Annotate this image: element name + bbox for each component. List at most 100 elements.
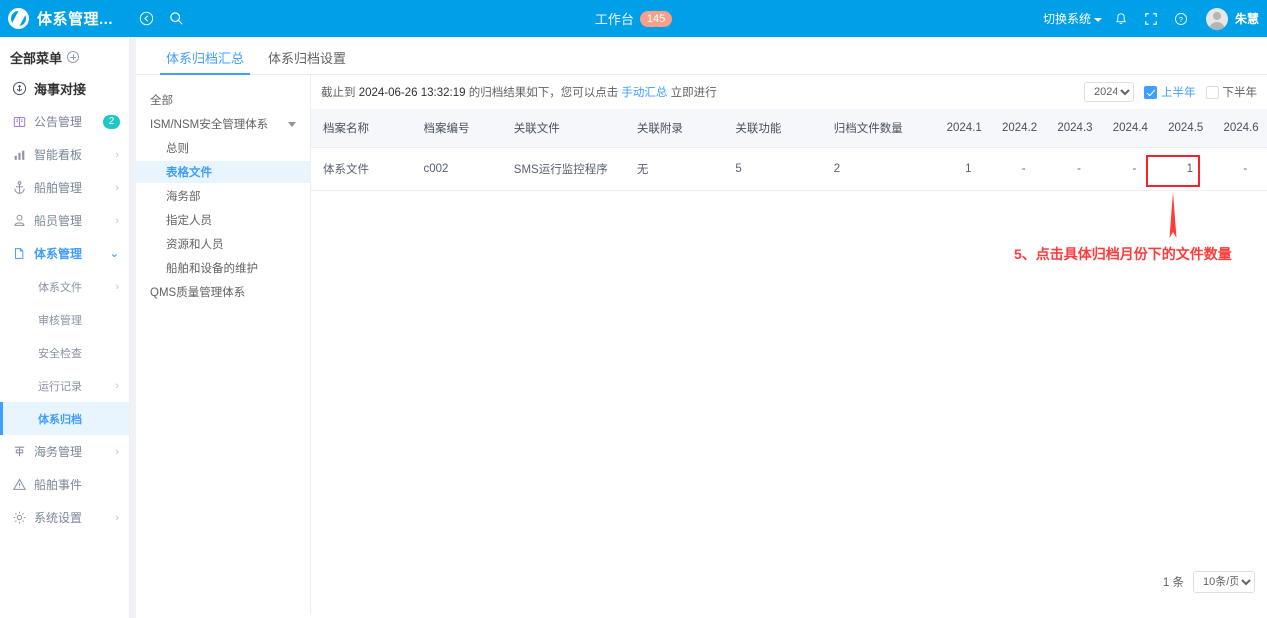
- bell-icon[interactable]: [1106, 0, 1136, 37]
- sidebar-item-announcement[interactable]: 公告管理 2: [0, 105, 129, 138]
- cell-archived-count: 2: [821, 147, 935, 191]
- sidebar-subitem-system-archive[interactable]: 体系归档: [0, 402, 129, 435]
- top-header: 体系管理... 工作台 145 切换系统 ? 朱慧: [0, 0, 1267, 37]
- col-archive-name: 档案名称: [311, 109, 412, 148]
- cell-month-2024-1[interactable]: 1: [934, 147, 990, 191]
- second-half-checkbox[interactable]: 下半年: [1205, 84, 1258, 100]
- app-logo-icon: [8, 8, 29, 29]
- table-header-row: 档案名称 档案编号 关联文件 关联附录 关联功能 归档文件数量 2024.1 2…: [311, 109, 1267, 148]
- chevron-right-icon: ›: [115, 445, 119, 458]
- search-icon[interactable]: [161, 0, 191, 37]
- sidebar-subitem-operation-records[interactable]: 运行记录 ›: [0, 369, 129, 402]
- tree-node-all[interactable]: 全部: [148, 89, 310, 111]
- sidebar-subitem-safety-inspection[interactable]: 安全检查: [0, 336, 129, 369]
- tree-node-ship-equipment-maintenance[interactable]: 船舶和设备的维护: [148, 257, 310, 279]
- plus-circle-icon[interactable]: [67, 51, 80, 63]
- sidebar-item-vessel[interactable]: 船舶管理 ›: [0, 171, 129, 204]
- manual-summary-link[interactable]: 手动汇总: [621, 87, 667, 99]
- user-name: 朱慧: [1234, 12, 1259, 26]
- avatar[interactable]: [1205, 7, 1228, 30]
- archive-status-tip: 截止到 2024-06-26 13:32:19 的归档结果如下，您可以点击 手动…: [321, 84, 717, 100]
- anchor-badge-icon: [10, 81, 28, 97]
- crew-icon: [10, 213, 28, 229]
- tree-node-label: 表格文件: [166, 167, 212, 179]
- first-half-checkbox[interactable]: 上半年: [1144, 84, 1196, 100]
- year-select[interactable]: 2024: [1084, 82, 1134, 102]
- help-circle-icon[interactable]: ?: [1166, 0, 1196, 37]
- col-month-2024-1: 2024.1: [934, 109, 990, 148]
- sidebar-item-crew[interactable]: 船员管理 ›: [0, 204, 129, 237]
- sidebar-subitem-audit[interactable]: 审核管理: [0, 303, 129, 336]
- sidebar: 全部菜单 海事对接 公告管理 2 智能看板 › 船舶管理 › 船员管理 › 体系…: [0, 37, 130, 618]
- tab-label: 体系归档设置: [268, 51, 347, 66]
- second-half-label: 下半年: [1222, 87, 1258, 99]
- tree-node-designated-person[interactable]: 指定人员: [148, 209, 310, 231]
- page-size-select[interactable]: 10条/页: [1193, 571, 1255, 593]
- all-menu-header[interactable]: 全部菜单: [0, 42, 129, 72]
- cell-related-appendix: 无: [624, 147, 724, 191]
- cell-month-2024-5[interactable]: 1: [1156, 147, 1212, 191]
- workbench-count-badge: 145: [639, 10, 673, 27]
- col-related-appendix: 关联附录: [624, 109, 724, 148]
- content-body: 全部 ISM/NSM安全管理体系 总则 表格文件 海务部 指定人员 资源和人员 …: [136, 75, 1267, 615]
- header-right-actions: 切换系统 ? 朱慧: [1043, 0, 1259, 37]
- cell-related-file: SMS运行监控程序: [501, 147, 625, 191]
- tree-node-label: 船舶和设备的维护: [166, 263, 258, 275]
- sidebar-item-system-management[interactable]: 体系管理 ⌄: [0, 237, 129, 270]
- workbench-label[interactable]: 工作台: [595, 9, 634, 28]
- sidebar-item-system-settings[interactable]: 系统设置 ›: [0, 501, 129, 534]
- tree-node-marine-dept[interactable]: 海务部: [148, 185, 310, 207]
- sidebar-subitem-label: 体系文件: [38, 281, 82, 294]
- archive-table: 档案名称 档案编号 关联文件 关联附录 关联功能 归档文件数量 2024.1 2…: [311, 109, 1267, 191]
- sidebar-item-vessel-events[interactable]: 船舶事件: [0, 468, 129, 501]
- announcement-count-badge: 2: [103, 114, 120, 129]
- checkbox-checked-icon: [1144, 85, 1157, 99]
- cell-archive-name[interactable]: 体系文件: [311, 147, 412, 191]
- caret-down-icon[interactable]: [288, 121, 296, 127]
- tree-node-resources-personnel[interactable]: 资源和人员: [148, 233, 310, 255]
- document-icon: [10, 246, 28, 262]
- fullscreen-icon[interactable]: [1136, 0, 1166, 37]
- sidebar-subitem-label: 运行记录: [38, 380, 82, 393]
- switch-system-button[interactable]: 切换系统: [1043, 10, 1102, 27]
- tree-node-label: QMS质量管理体系: [150, 287, 246, 299]
- tree-node-label: 全部: [150, 95, 173, 107]
- tree-node-label: ISM/NSM安全管理体系: [150, 119, 269, 131]
- sidebar-item-label: 系统设置: [34, 511, 83, 525]
- chevron-down-icon: [1093, 17, 1102, 22]
- tab-archive-settings[interactable]: 体系归档设置: [256, 48, 358, 74]
- toolbar-filters: 2024 上半年 下半年: [1084, 82, 1257, 102]
- harbor-icon: [10, 444, 28, 460]
- sidebar-item-label: 海事对接: [34, 82, 87, 97]
- cell-month-2024-2: -: [990, 147, 1046, 191]
- chevron-right-icon: ›: [115, 280, 119, 293]
- sidebar-item-label: 海务管理: [34, 445, 83, 459]
- all-menu-label: 全部菜单: [10, 50, 63, 66]
- tip-datetime: 2024-06-26 13:32:19: [358, 87, 466, 99]
- sidebar-subitem-label: 安全检查: [38, 347, 82, 360]
- tab-archive-summary[interactable]: 体系归档汇总: [154, 48, 256, 75]
- sidebar-item-marine-affairs[interactable]: 海务管理 ›: [0, 435, 129, 468]
- back-circle-icon[interactable]: [131, 0, 161, 37]
- sidebar-item-maritime[interactable]: 海事对接: [0, 72, 129, 105]
- tree-node-ism-nsm[interactable]: ISM/NSM安全管理体系: [148, 113, 310, 135]
- chevron-right-icon: ›: [115, 148, 119, 161]
- tree-node-general[interactable]: 总则: [148, 137, 310, 159]
- sidebar-subitem-system-files[interactable]: 体系文件 ›: [0, 270, 129, 303]
- tree-node-qms[interactable]: QMS质量管理体系: [148, 281, 310, 303]
- col-month-2024-6: 2024.6: [1211, 109, 1267, 148]
- anchor-icon: [10, 180, 28, 196]
- col-archive-code: 档案编号: [411, 109, 502, 148]
- sidebar-subitem-label: 审核管理: [38, 314, 82, 327]
- tip-middle: 的归档结果如下，您可以点击: [465, 87, 622, 99]
- sidebar-subitem-label: 体系归档: [38, 413, 82, 426]
- tree-node-form-files[interactable]: 表格文件: [136, 161, 323, 183]
- brand[interactable]: 体系管理...: [0, 8, 113, 29]
- svg-text:?: ?: [1179, 14, 1183, 23]
- col-month-2024-4: 2024.4: [1100, 109, 1157, 148]
- tree-node-label: 指定人员: [166, 215, 212, 227]
- total-count-label: 1 条: [1162, 577, 1184, 589]
- chevron-right-icon: ›: [115, 511, 119, 524]
- table-row[interactable]: 体系文件 c002 SMS运行监控程序 无 5 2 1 - - - 1 -: [311, 147, 1267, 191]
- sidebar-item-dashboard[interactable]: 智能看板 ›: [0, 138, 129, 171]
